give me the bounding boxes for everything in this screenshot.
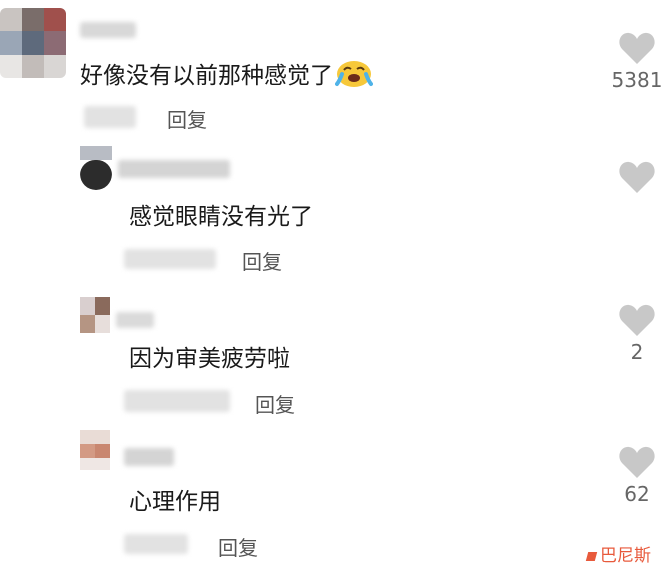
username-blurred[interactable]: [124, 448, 174, 466]
like-heart-icon[interactable]: [618, 30, 656, 66]
reply-button[interactable]: 回复: [167, 104, 207, 133]
reply-button[interactable]: 回复: [218, 532, 258, 561]
time-blurred: [124, 249, 216, 269]
crying-face-icon: [335, 58, 373, 95]
like-heart-icon[interactable]: [618, 159, 656, 195]
time-blurred: [124, 390, 230, 412]
like-heart-icon[interactable]: [618, 444, 656, 480]
watermark: 巴尼斯: [585, 541, 651, 566]
reply-button[interactable]: 回复: [242, 246, 282, 275]
like-count: 5381: [611, 68, 663, 92]
comment-text: 心理作用: [129, 489, 221, 515]
like-count: 2: [630, 340, 644, 364]
avatar[interactable]: [80, 430, 110, 470]
username-blurred[interactable]: [116, 312, 154, 328]
time-blurred: [84, 106, 136, 128]
watermark-logo-icon: [585, 551, 598, 561]
comment-text: 因为审美疲劳啦: [129, 346, 290, 372]
username-blurred[interactable]: [118, 160, 230, 178]
reply-button[interactable]: 回复: [255, 389, 295, 418]
avatar[interactable]: [0, 8, 66, 78]
like-count: 62: [624, 482, 650, 506]
avatar[interactable]: [80, 297, 110, 333]
time-blurred: [124, 534, 188, 554]
username-blurred[interactable]: [80, 22, 136, 38]
comment-text: 感觉眼睛没有光了: [129, 204, 313, 230]
avatar[interactable]: [80, 146, 112, 190]
like-heart-icon[interactable]: [618, 302, 656, 338]
comment-text: 好像没有以前那种感觉了: [80, 58, 373, 95]
